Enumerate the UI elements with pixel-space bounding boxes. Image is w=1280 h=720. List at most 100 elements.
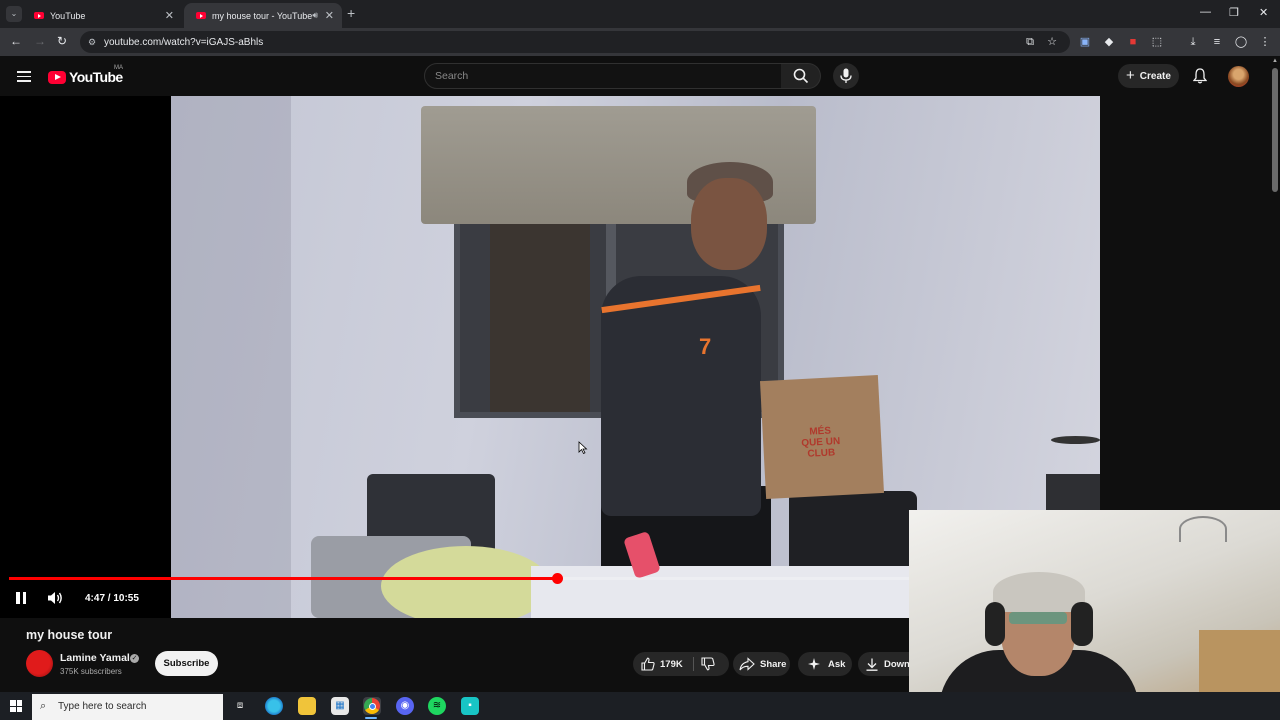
share-label: Share (760, 658, 787, 670)
extension-diamond-icon[interactable]: ◆ (1102, 35, 1116, 49)
address-bar[interactable]: ⚙ youtube.com/watch?v=iGAJS-aBhls (80, 31, 1070, 53)
browser-tab-strip: ⌄ YouTube ✕ my house tour - YouTube 🔊︎ ✕… (0, 0, 1280, 28)
search-button[interactable] (781, 63, 821, 89)
app-icon[interactable]: ▪ (461, 697, 479, 715)
wall-shadow (171, 96, 291, 618)
share-arrow-icon (739, 657, 755, 671)
pause-button[interactable] (15, 592, 27, 604)
taskbar-search-input[interactable]: ⌕ Type here to search (32, 694, 223, 720)
site-info-icon[interactable]: ⚙ (88, 37, 98, 47)
window-pane (490, 212, 590, 412)
browser-toolbar: ← → ↻ ⚙ youtube.com/watch?v=iGAJS-aBhls … (0, 28, 1280, 56)
extension-red-icon[interactable]: ■ (1126, 35, 1140, 49)
downloads-icon[interactable]: ⤓ (1186, 35, 1200, 49)
video-progress-played (9, 577, 558, 580)
search-placeholder: Search (435, 70, 469, 82)
plus-icon: + (1126, 67, 1135, 84)
ask-button[interactable]: Ask (798, 652, 852, 676)
like-divider (693, 657, 694, 671)
pause-icon-bar-right (22, 592, 26, 604)
video-title: my house tour (26, 628, 113, 642)
back-icon[interactable]: ← (10, 34, 22, 48)
task-view-icon[interactable]: ⧈ (231, 697, 249, 715)
video-scene-lamp (1051, 436, 1100, 444)
scrollbar-thumb[interactable] (1272, 68, 1278, 192)
video-scene-person-head (691, 178, 767, 270)
restore-icon[interactable]: ❐ (1229, 6, 1239, 19)
download-label: Down (884, 658, 910, 670)
country-code: MA (114, 65, 123, 71)
time-display: 4:47 / 10:55 (85, 593, 139, 604)
account-avatar[interactable] (1228, 66, 1249, 87)
file-explorer-icon[interactable] (298, 697, 316, 715)
media-controls-icon[interactable]: ≡ (1210, 35, 1224, 49)
extensions-puzzle-icon[interactable]: ⬚ (1150, 35, 1164, 49)
tab-audio-speaker-icon[interactable]: 🔊︎ (312, 10, 318, 21)
profile-icon[interactable]: ◯ (1234, 35, 1248, 49)
like-count: 179K (660, 658, 683, 670)
taskbar-search-placeholder: Type here to search (58, 701, 147, 712)
bag-text-line-3: CLUB (807, 447, 836, 460)
youtube-logo[interactable]: YouTube MA (48, 65, 123, 85)
video-scene-pillow (381, 546, 551, 618)
jersey-stripe (601, 284, 761, 314)
store-icon[interactable]: ▦ (331, 697, 349, 715)
close-tab-icon[interactable]: ✕ (165, 9, 174, 22)
mouse-cursor-icon (578, 441, 588, 455)
search-icon (793, 68, 809, 84)
windows-start-icon[interactable] (10, 700, 22, 712)
spotify-icon[interactable]: ≋ (428, 697, 446, 715)
download-icon (866, 658, 878, 671)
discord-icon[interactable]: ◉ (396, 697, 414, 715)
subscribe-button[interactable]: Subscribe (155, 651, 218, 676)
active-app-indicator (365, 717, 377, 719)
search-input[interactable]: Search (424, 63, 782, 89)
subscriber-count: 375K subscribers (60, 667, 122, 676)
microphone-icon (840, 68, 852, 83)
thumbs-up-icon (641, 657, 655, 671)
tab-search-dropdown-icon[interactable]: ⌄ (6, 6, 22, 22)
bookmark-star-icon[interactable]: ☆ (1045, 35, 1059, 49)
close-icon[interactable]: ✕ (1259, 6, 1268, 19)
youtube-wordmark: YouTube (69, 69, 123, 85)
close-tab-icon[interactable]: ✕ (325, 9, 334, 22)
minimize-icon[interactable]: — (1200, 6, 1211, 18)
video-scene-bedsheet (531, 566, 931, 618)
webcam-person-glasses (1009, 612, 1067, 624)
youtube-play-logo-icon (48, 70, 66, 84)
like-dislike-group: 179K (633, 652, 729, 676)
pause-icon-bar-left (16, 592, 20, 604)
new-tab-plus-icon[interactable]: + (347, 5, 355, 21)
url-text: youtube.com/watch?v=iGAJS-aBhls (104, 36, 264, 48)
dislike-button[interactable] (701, 657, 715, 674)
webcam-headset-left (985, 602, 1005, 646)
volume-icon[interactable] (47, 591, 63, 610)
menu-kebab-icon[interactable]: ⋮ (1258, 35, 1272, 49)
ask-label: Ask (828, 658, 846, 670)
channel-name[interactable]: Lamine Yamal (60, 652, 130, 664)
scroll-up-arrow-icon[interactable]: ▲ (1272, 58, 1278, 64)
verified-check-icon: ✓ (130, 654, 139, 663)
video-progress-scrubber[interactable] (552, 572, 564, 584)
create-button[interactable]: + Create (1118, 64, 1179, 88)
reload-icon[interactable]: ↻ (57, 34, 67, 48)
video-scene-side-table (1046, 474, 1100, 510)
thumbs-down-icon (701, 657, 715, 671)
like-button[interactable]: 179K (633, 657, 683, 671)
forward-icon[interactable]: → (34, 34, 46, 48)
translate-icon[interactable]: ▣ (1078, 35, 1092, 49)
create-label: Create (1139, 70, 1171, 82)
edge-icon[interactable] (265, 697, 283, 715)
bag-text: MÉS QUE UN CLUB (800, 425, 841, 460)
notifications-bell-icon[interactable] (1192, 68, 1208, 89)
youtube-masthead: YouTube MA Search + Create (0, 56, 1270, 96)
channel-avatar[interactable] (26, 650, 53, 677)
chrome-icon[interactable] (363, 697, 381, 715)
sparkle-icon (808, 658, 820, 670)
share-button[interactable]: Share (733, 652, 790, 676)
hamburger-menu-icon[interactable] (17, 71, 31, 82)
voice-search-button[interactable] (833, 63, 859, 89)
browser-tab-my-house-tour[interactable]: my house tour - YouTube 🔊︎ ✕ (184, 3, 342, 28)
browser-tab-youtube[interactable]: YouTube ✕ (22, 3, 182, 28)
install-app-icon[interactable]: ⧉ (1023, 35, 1037, 49)
